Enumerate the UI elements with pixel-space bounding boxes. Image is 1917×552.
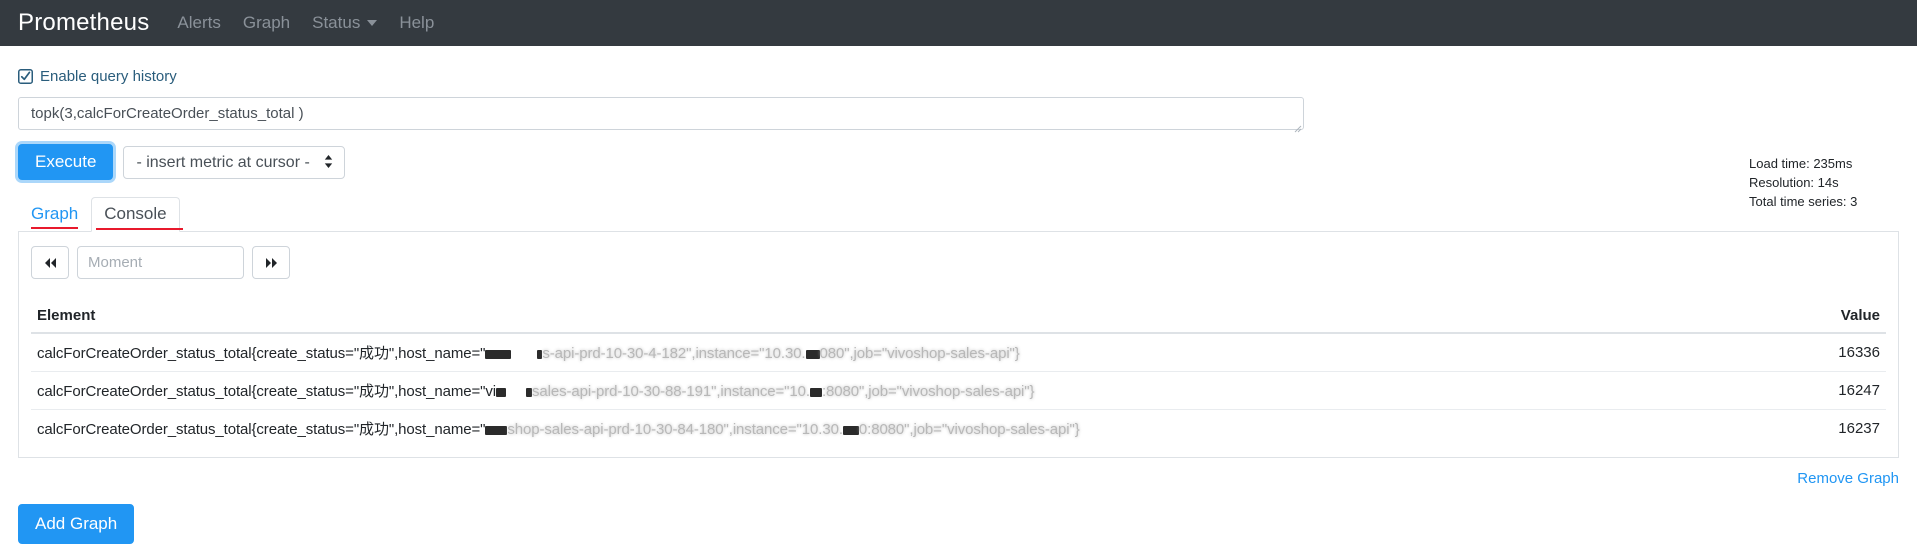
result-tabs: Graph Console: [18, 196, 1899, 232]
annotation-underline-console: [96, 228, 183, 230]
query-controls: Execute - insert metric at cursor -: [18, 144, 1899, 180]
checkbox-checked-icon[interactable]: [18, 69, 33, 84]
redacted-block: [485, 349, 512, 359]
execute-button[interactable]: Execute: [18, 144, 114, 180]
caret-down-icon: [367, 20, 378, 26]
annotation-underline-graph: [31, 227, 79, 229]
enable-query-history-label: Enable query history: [40, 68, 177, 85]
row-element-prefix-1: calcForCreateOrder_status_total{create_s…: [37, 383, 496, 400]
row-value-2: 16237: [1796, 409, 1886, 447]
nav-item-graph-label: Graph: [242, 13, 291, 32]
tab-console[interactable]: Console: [91, 197, 183, 232]
query-expression-input[interactable]: [18, 97, 1304, 130]
query-row: [18, 97, 1899, 133]
redacted-block: [809, 387, 822, 397]
page-body: Enable query history Load time: 235ms Re…: [0, 68, 1917, 544]
double-chevron-left-icon[interactable]: [31, 246, 69, 279]
add-graph-button[interactable]: Add Graph: [18, 504, 135, 544]
row-element-2: calcForCreateOrder_status_total{create_s…: [31, 409, 1797, 447]
query-input-wrapper: [18, 97, 1304, 133]
redacted-block: [495, 387, 506, 397]
remove-graph-link[interactable]: Remove Graph: [1797, 470, 1899, 487]
table-row[interactable]: calcForCreateOrder_status_total{create_s…: [31, 371, 1886, 410]
redacted-block: [842, 425, 859, 435]
row-element-mid-1: sales-api-prd-10-30-88-191",instance="10…: [531, 383, 810, 400]
row-element-suffix-2: 0:8080",job="vivoshop-sales-api"}: [858, 421, 1080, 438]
table-header-row: Element Value: [31, 299, 1886, 334]
row-value-0: 16336: [1796, 332, 1886, 372]
redacted-block: [485, 425, 508, 435]
row-element-1: calcForCreateOrder_status_total{create_s…: [31, 371, 1797, 410]
row-element-prefix-2: calcForCreateOrder_status_total{create_s…: [37, 421, 486, 438]
nav-item-help-label: Help: [399, 13, 435, 32]
results-table: Element Value calcForCreateOrder_status_…: [31, 299, 1886, 447]
remove-graph-row: Remove Graph: [18, 468, 1899, 488]
column-header-element: Element: [31, 299, 1797, 334]
nav-links: Alerts Graph Status Help: [177, 13, 434, 33]
row-element-suffix-0: 080",job="vivoshop-sales-api"}: [819, 345, 1020, 362]
nav-item-alerts-label: Alerts: [177, 13, 221, 32]
stat-load-time: Load time: 235ms: [1749, 156, 1853, 171]
nav-item-status[interactable]: Status: [312, 13, 378, 33]
tab-console-label: Console: [104, 204, 167, 223]
table-row[interactable]: calcForCreateOrder_status_total{create_s…: [31, 409, 1886, 447]
redacted-block: [805, 349, 820, 359]
column-header-value: Value: [1796, 299, 1886, 334]
row-element-0: calcForCreateOrder_status_total{create_s…: [31, 332, 1797, 372]
moment-input[interactable]: [77, 246, 244, 279]
nav-item-alerts[interactable]: Alerts: [177, 13, 220, 33]
insert-metric-select-wrapper: - insert metric at cursor -: [123, 145, 346, 179]
navbar: Prometheus Alerts Graph Status Help: [0, 0, 1917, 46]
table-row[interactable]: calcForCreateOrder_status_total{create_s…: [31, 332, 1886, 372]
brand-logo[interactable]: Prometheus: [18, 9, 149, 37]
results-table-head: Element Value: [31, 299, 1886, 334]
stat-resolution: Resolution: 14s: [1749, 175, 1839, 190]
row-value-1: 16247: [1796, 371, 1886, 410]
row-element-prefix-0: calcForCreateOrder_status_total{create_s…: [37, 345, 486, 362]
nav-item-status-label: Status: [312, 13, 361, 32]
tab-graph[interactable]: Graph: [18, 197, 91, 232]
row-element-suffix-1: :8080",job="vivoshop-sales-api"}: [821, 383, 1035, 400]
nav-item-help[interactable]: Help: [399, 13, 434, 33]
nav-item-graph[interactable]: Graph: [243, 13, 290, 33]
insert-metric-select[interactable]: - insert metric at cursor -: [123, 145, 346, 179]
results-table-body: calcForCreateOrder_status_total{create_s…: [31, 332, 1886, 447]
moment-controls: [31, 246, 1886, 279]
tab-graph-label: Graph: [31, 204, 79, 223]
double-chevron-right-icon[interactable]: [252, 246, 290, 279]
row-element-mid-2: shop-sales-api-prd-10-30-84-180",instanc…: [507, 421, 843, 438]
enable-query-history-toggle[interactable]: Enable query history: [18, 68, 1899, 85]
row-element-mid-0: s-api-prd-10-30-4-182",instance="10.30.: [542, 345, 806, 362]
console-panel: Element Value calcForCreateOrder_status_…: [18, 232, 1899, 458]
